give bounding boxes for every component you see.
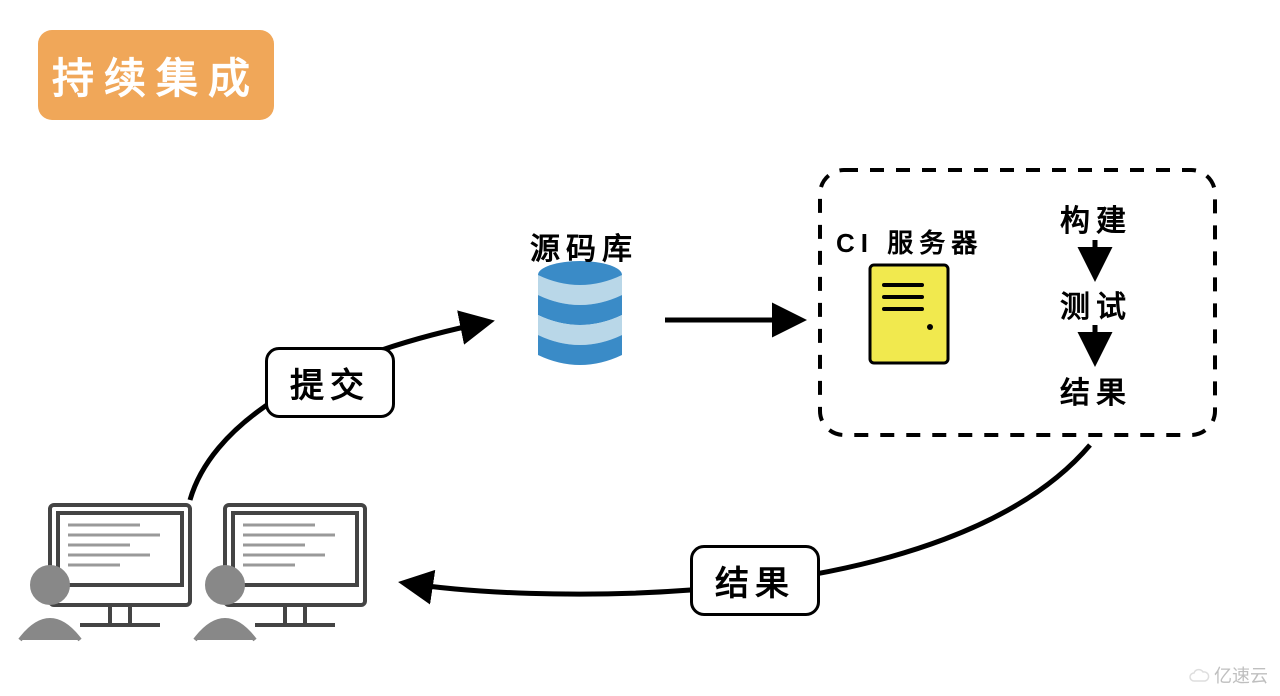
diagram-title: 持续集成 — [38, 30, 274, 120]
developers-icon — [20, 505, 365, 640]
server-icon — [870, 265, 948, 363]
ci-step-0: 构建 — [1060, 196, 1132, 240]
ci-box-border — [820, 170, 1215, 435]
cloud-icon — [1188, 667, 1210, 683]
result-label: 结果 — [690, 545, 820, 616]
ci-server-label: CI 服务器 — [836, 223, 983, 260]
ci-step-1: 测试 — [1060, 282, 1132, 326]
repo-label: 源码库 — [530, 224, 638, 268]
diagram-title-text: 持续集成 — [52, 45, 260, 106]
watermark: 亿速云 — [1188, 662, 1268, 688]
ci-step-2: 结果 — [1060, 368, 1132, 412]
result-label-text: 结果 — [715, 556, 795, 605]
commit-label-text: 提交 — [290, 358, 370, 407]
database-icon — [538, 261, 622, 365]
watermark-text: 亿速云 — [1214, 662, 1268, 688]
commit-label: 提交 — [265, 347, 395, 418]
